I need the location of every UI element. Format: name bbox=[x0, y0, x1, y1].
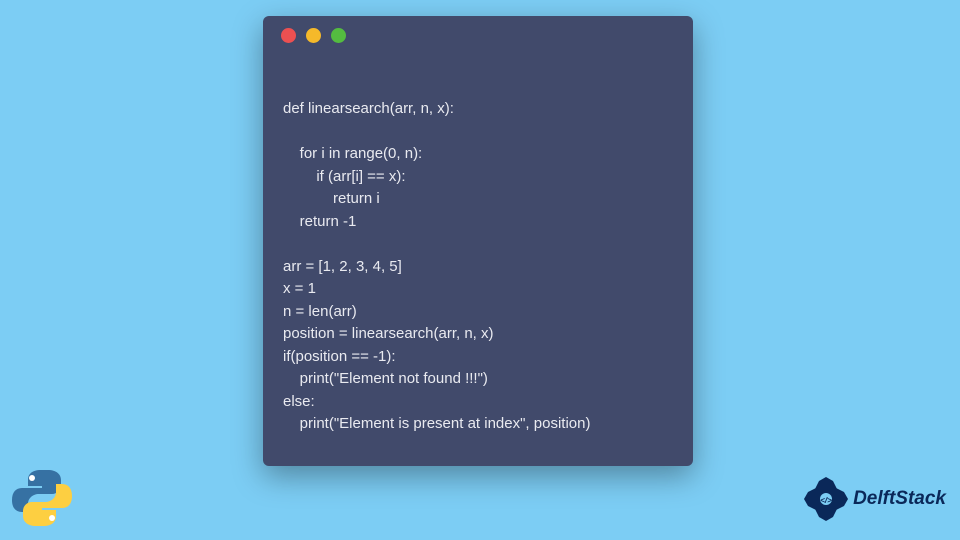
window-titlebar bbox=[263, 16, 693, 54]
python-icon bbox=[10, 466, 74, 530]
delftstack-logo: </> DelftStack bbox=[803, 476, 946, 522]
code-snippet: def linearsearch(arr, n, x): for i in ra… bbox=[263, 54, 693, 456]
code-window: def linearsearch(arr, n, x): for i in ra… bbox=[263, 16, 693, 466]
minimize-icon[interactable] bbox=[306, 28, 321, 43]
delftstack-text: DelftStack bbox=[853, 488, 946, 510]
maximize-icon[interactable] bbox=[331, 28, 346, 43]
svg-text:</>: </> bbox=[820, 496, 832, 505]
close-icon[interactable] bbox=[281, 28, 296, 43]
delftstack-icon: </> bbox=[803, 476, 849, 522]
